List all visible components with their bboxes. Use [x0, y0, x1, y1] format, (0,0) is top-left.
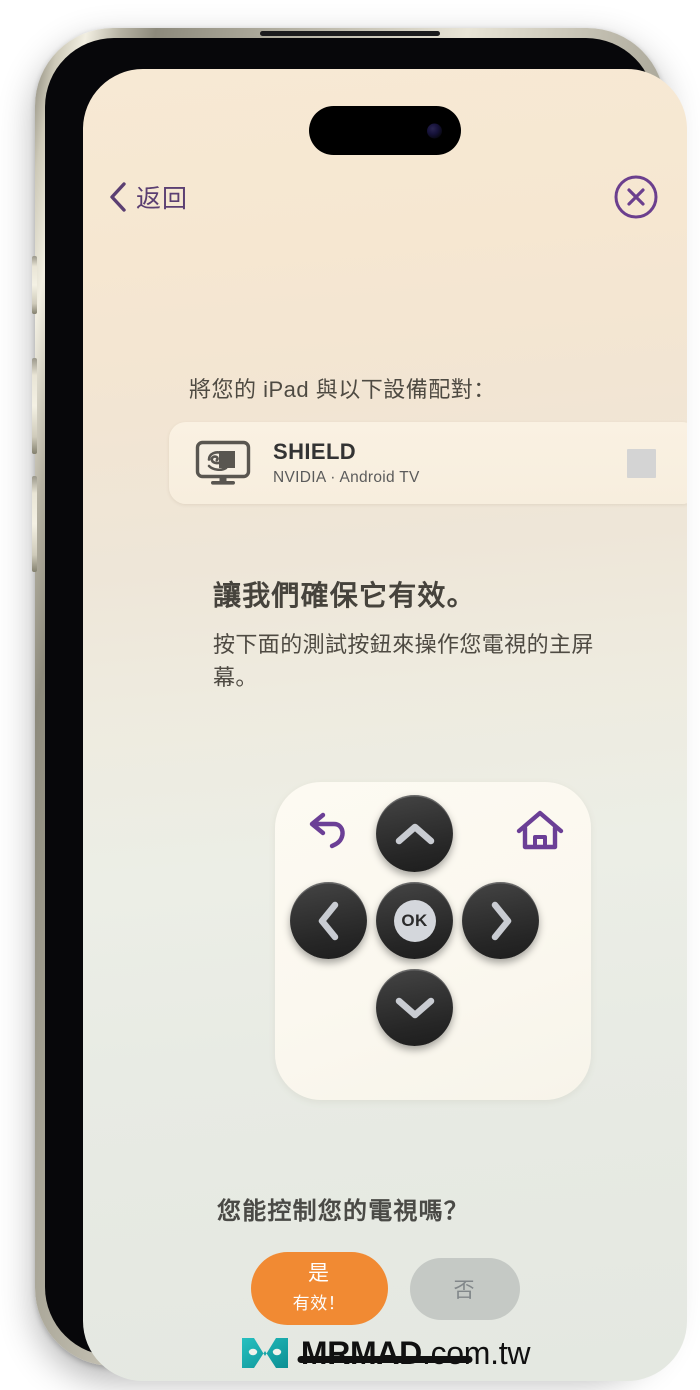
- dpad-ok-button[interactable]: OK: [376, 882, 453, 959]
- yes-button[interactable]: 是 有效！: [250, 1252, 388, 1325]
- close-button[interactable]: [613, 174, 659, 220]
- yes-button-label: 是: [308, 1262, 330, 1286]
- dpad-down-button[interactable]: [376, 969, 453, 1046]
- navigation-bar: 返回: [83, 174, 687, 234]
- ok-button-label: OK: [393, 899, 436, 942]
- back-button-label: 返回: [136, 185, 189, 213]
- dpad-up-button[interactable]: [376, 795, 453, 872]
- answer-button-row: 是 有效！ 否: [83, 1252, 687, 1325]
- pair-title: 將您的 iPad 與以下設備配對：: [189, 377, 496, 402]
- device-name: SHIELD: [273, 439, 357, 465]
- device-status-placeholder: [627, 448, 656, 478]
- chevron-right-icon: [491, 901, 511, 940]
- mrmad-logo-icon: [241, 1338, 288, 1368]
- verify-body-text: 按下面的測試按鈕來操作您電視的主屏幕。: [213, 632, 594, 690]
- watermark-text: MRMAD.com.tw: [300, 1334, 531, 1372]
- volume-down-button[interactable]: [32, 476, 37, 572]
- action-button[interactable]: [32, 256, 37, 314]
- dynamic-island: [309, 106, 461, 155]
- phone-screen: 返回 將您的 iPad 與以下設備配對： SHIELD NVIDIA · And…: [83, 69, 687, 1381]
- close-circle-icon: [614, 175, 658, 219]
- home-indicator[interactable]: [297, 1356, 473, 1363]
- watermark-domain: .com.tw: [422, 1334, 531, 1371]
- chevron-up-icon: [395, 823, 434, 844]
- remote-control-pad: OK: [275, 782, 591, 1100]
- tv-nvidia-shield-icon: [195, 440, 251, 485]
- dpad-right-button[interactable]: [462, 882, 539, 959]
- device-subtitle: NVIDIA · Android TV: [273, 468, 420, 486]
- no-button-label: 否: [453, 1278, 476, 1302]
- phone-frame: 返回 將您的 iPad 與以下設備配對： SHIELD NVIDIA · And…: [32, 28, 687, 1381]
- device-card[interactable]: SHIELD NVIDIA · Android TV: [169, 422, 687, 504]
- home-icon[interactable]: [514, 806, 566, 858]
- yes-button-sublabel: 有效！: [292, 1293, 346, 1313]
- watermark: MRMAD.com.tw: [83, 1334, 687, 1372]
- chevron-left-icon: [110, 182, 126, 212]
- confirmation-question: 您能控制您的電視嗎？: [217, 1198, 469, 1225]
- volume-up-button[interactable]: [32, 358, 37, 454]
- watermark-brand: MRMAD: [300, 1334, 422, 1371]
- no-button[interactable]: 否: [409, 1257, 520, 1320]
- dpad-left-button[interactable]: [290, 882, 367, 959]
- verify-heading: 讓我們確保它有效。: [213, 580, 476, 611]
- front-camera-icon: [427, 123, 442, 138]
- back-button[interactable]: 返回: [108, 174, 188, 220]
- chevron-down-icon: [395, 997, 434, 1018]
- undo-arrow-icon[interactable]: [303, 808, 353, 858]
- device-text-group: SHIELD NVIDIA · Android TV: [273, 439, 627, 486]
- earpiece-speaker: [260, 31, 440, 36]
- chevron-left-icon: [318, 901, 338, 940]
